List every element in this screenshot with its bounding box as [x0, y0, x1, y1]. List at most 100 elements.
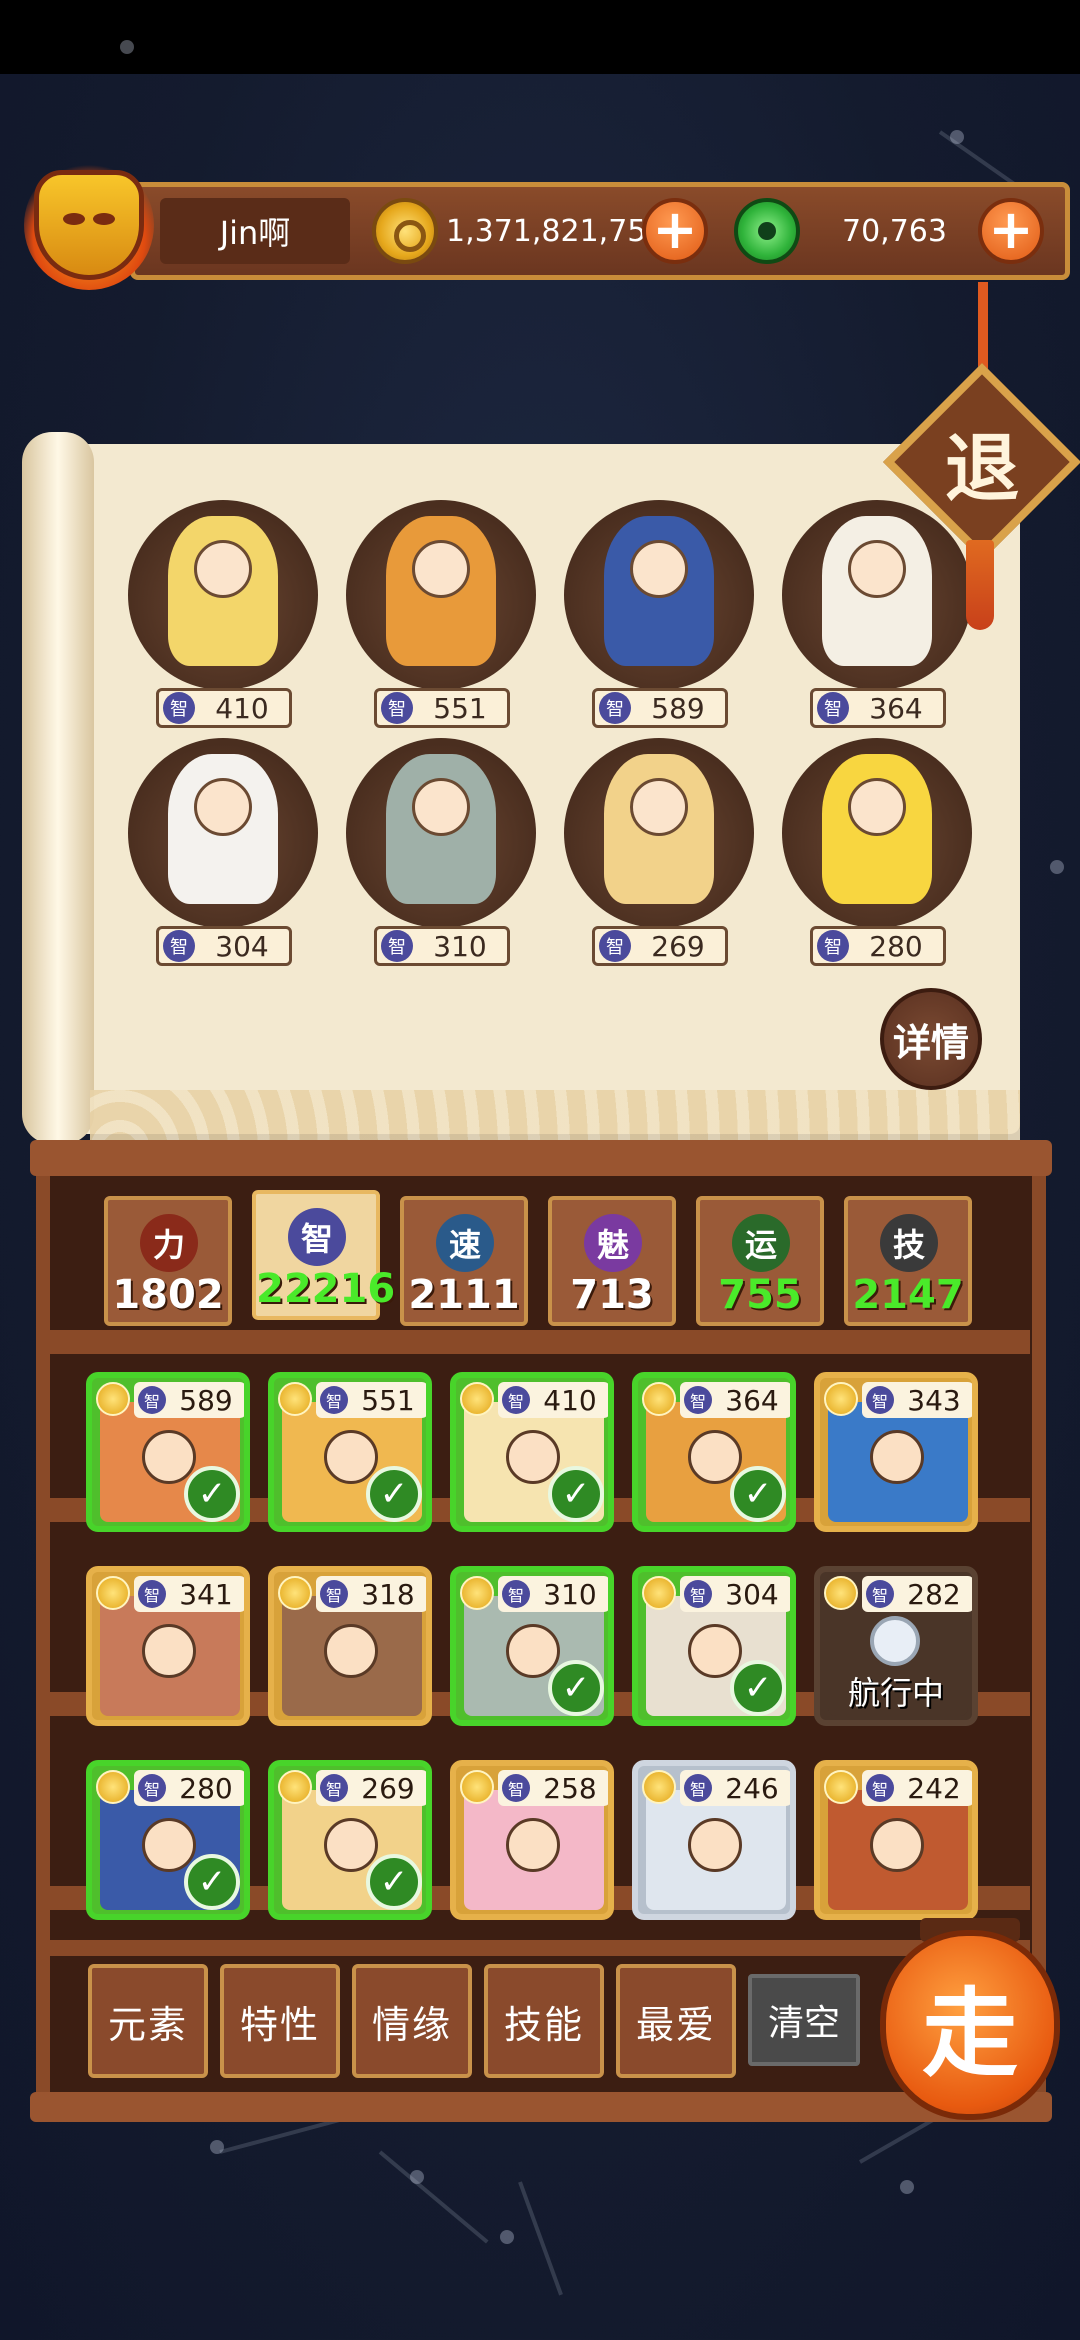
hero-face [324, 1624, 378, 1678]
checkmark-icon: ✓ [548, 1660, 604, 1716]
gold-coin-icon [372, 198, 438, 264]
hero-stat-value: 551 [361, 1383, 415, 1417]
hero-stat-value: 341 [179, 1577, 233, 1611]
attribute-tab[interactable]: 速 2111 [400, 1196, 528, 1326]
hero-stat-chip: 智 410 [156, 688, 292, 728]
intelligence-icon: 智 [320, 1774, 348, 1802]
hero-face [630, 778, 688, 836]
hero-stat-chip: 智 410 [498, 1382, 608, 1418]
star-icon [460, 1382, 494, 1416]
clear-button[interactable]: 清空 [748, 1974, 860, 2066]
selected-hero-portrait[interactable] [346, 738, 536, 928]
selected-hero-portrait[interactable] [128, 738, 318, 928]
star-icon [824, 1382, 858, 1416]
shelf-divider [50, 1940, 1030, 1956]
hero-card-art [464, 1790, 604, 1910]
intelligence-icon: 智 [320, 1580, 348, 1608]
intelligence-icon: 智 [163, 692, 195, 724]
hero-face [506, 1430, 560, 1484]
filter-button[interactable]: 最爱 [616, 1964, 736, 2078]
intelligence-icon: 智 [138, 1580, 166, 1608]
hero-card-art [828, 1790, 968, 1910]
go-button[interactable]: 走 [880, 1930, 1060, 2120]
attribute-tab[interactable]: 运 755 [696, 1196, 824, 1326]
attribute-value: 22216 [256, 1266, 396, 1312]
star-icon [642, 1576, 676, 1610]
hero-card-art [282, 1596, 422, 1716]
hero-card[interactable]: 智 304 ✓ [632, 1566, 796, 1726]
attribute-value: 1802 [112, 1272, 224, 1318]
attribute-icon: 技 [880, 1214, 938, 1272]
star-decoration [120, 40, 134, 54]
hero-stat-chip: 智 341 [134, 1576, 244, 1612]
hero-card[interactable]: 智 269 ✓ [268, 1760, 432, 1920]
hero-card[interactable]: 智 280 ✓ [86, 1760, 250, 1920]
sailing-status: 航行中 [847, 1674, 944, 1712]
hero-stat-chip: 智 242 [862, 1770, 972, 1806]
attribute-value: 2147 [852, 1272, 964, 1318]
attribute-icon: 智 [288, 1208, 346, 1266]
hero-card[interactable]: 智 410 ✓ [450, 1372, 614, 1532]
intelligence-icon: 智 [866, 1774, 894, 1802]
selected-hero-portrait[interactable] [564, 738, 754, 928]
hero-card[interactable]: 智 282 航行中 [814, 1566, 978, 1726]
scroll-wave-decoration [90, 1090, 1020, 1140]
intelligence-icon: 智 [502, 1580, 530, 1608]
hero-stat-value: 310 [543, 1577, 597, 1611]
exit-button-label[interactable]: 退 [912, 392, 1052, 532]
hero-face [688, 1430, 742, 1484]
hero-face [194, 540, 252, 598]
hero-face [688, 1624, 742, 1678]
star-icon [96, 1770, 130, 1804]
add-jade-button[interactable]: + [978, 198, 1044, 264]
attribute-tab[interactable]: 力 1802 [104, 1196, 232, 1326]
hero-stat-chip: 智 310 [498, 1576, 608, 1612]
hero-stat-value: 364 [725, 1383, 779, 1417]
selected-hero-portrait[interactable] [782, 738, 972, 928]
hero-stat-value: 410 [543, 1383, 597, 1417]
star-icon [278, 1770, 312, 1804]
hero-card[interactable]: 智 551 ✓ [268, 1372, 432, 1532]
hero-card[interactable]: 智 341 [86, 1566, 250, 1726]
hero-face [142, 1818, 196, 1872]
selected-hero-portrait[interactable] [128, 500, 318, 690]
hero-card[interactable]: 智 589 ✓ [86, 1372, 250, 1532]
hero-face [194, 778, 252, 836]
hero-face [324, 1818, 378, 1872]
hero-card[interactable]: 智 318 [268, 1566, 432, 1726]
filter-button[interactable]: 特性 [220, 1964, 340, 2078]
add-gold-button[interactable]: + [642, 198, 708, 264]
hero-face [630, 540, 688, 598]
hero-stat-value: 410 [215, 691, 269, 725]
attribute-tab[interactable]: 智 22216 [252, 1190, 396, 1320]
star-icon [642, 1770, 676, 1804]
hero-card[interactable]: 智 258 [450, 1760, 614, 1920]
hero-stat-chip: 智 304 [156, 926, 292, 966]
cabinet-bottom-rail [30, 2092, 1052, 2122]
selected-hero-portrait[interactable] [564, 500, 754, 690]
hero-card[interactable]: 智 242 [814, 1760, 978, 1920]
selected-hero-portrait[interactable] [346, 500, 536, 690]
checkmark-icon: ✓ [730, 1466, 786, 1522]
hero-stat-value: 269 [651, 929, 705, 963]
hero-card[interactable]: 智 310 ✓ [450, 1566, 614, 1726]
player-avatar[interactable] [14, 150, 164, 300]
attribute-tab[interactable]: 技 2147 [844, 1196, 972, 1326]
hero-face [848, 540, 906, 598]
filter-button[interactable]: 情缘 [352, 1964, 472, 2078]
hero-card[interactable]: 智 364 ✓ [632, 1372, 796, 1532]
details-button[interactable]: 详情 [880, 988, 982, 1090]
hero-card[interactable]: 智 343 [814, 1372, 978, 1532]
tassel-decoration [966, 540, 994, 630]
filter-button[interactable]: 元素 [88, 1964, 208, 2078]
hero-stat-chip: 智 364 [680, 1382, 790, 1418]
hero-face [324, 1430, 378, 1484]
hero-stat-chip: 智 310 [374, 926, 510, 966]
attribute-tab[interactable]: 魅 713 [548, 1196, 676, 1326]
intelligence-icon: 智 [138, 1386, 166, 1414]
hero-face [848, 778, 906, 836]
hero-card[interactable]: 智 246 [632, 1760, 796, 1920]
jade-amount: 70,763 [842, 213, 947, 249]
star-decoration [900, 2180, 914, 2194]
filter-button[interactable]: 技能 [484, 1964, 604, 2078]
